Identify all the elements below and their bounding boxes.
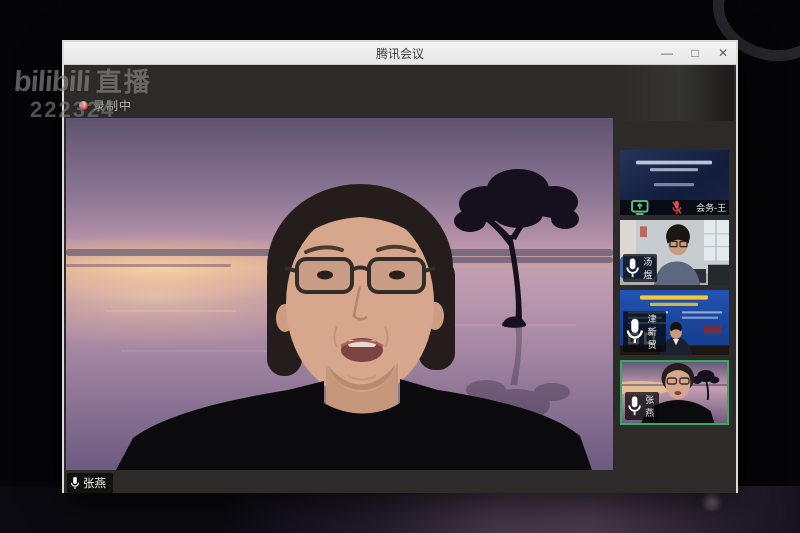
- window-controls: — □ ✕: [660, 42, 730, 64]
- main-speaker-name-chip: 张燕: [67, 473, 113, 493]
- close-button[interactable]: ✕: [716, 42, 730, 64]
- participant-2-name-chip: 汤煜: [623, 254, 657, 282]
- mic-icon: [625, 257, 640, 279]
- screen-share-label-bar: 会务-王小祯的屏幕共...: [620, 200, 729, 215]
- recording-label: 录制中: [93, 97, 132, 114]
- recording-dot-icon: [79, 101, 88, 110]
- desktop-bokeh-light: [701, 491, 723, 513]
- screen-share-icon: [623, 200, 657, 215]
- mic-icon: [627, 395, 642, 417]
- recording-indicator: 录制中: [79, 97, 132, 114]
- meeting-window: 腾讯会议 — □ ✕ 录制中: [62, 40, 738, 493]
- mic-icon: [625, 317, 645, 345]
- participant-tile-2[interactable]: 汤煜: [620, 220, 729, 285]
- participant-tile-3[interactable]: 津新贸: [620, 290, 729, 355]
- participant-4-name: 张燕: [645, 393, 655, 419]
- participant-4-name-chip: 张燕: [625, 392, 659, 420]
- mic-off-icon: [660, 200, 694, 215]
- window-titlebar[interactable]: 腾讯会议 — □ ✕: [64, 42, 736, 65]
- participant-2-name: 汤煜: [643, 255, 653, 281]
- screen-share-label: 会务-王小祯的屏幕共...: [696, 201, 726, 214]
- participant-3-name: 津新贸: [648, 312, 662, 351]
- meeting-content: 录制中: [64, 65, 736, 493]
- window-title: 腾讯会议: [376, 45, 424, 62]
- desktop: bilibili 直播 222324 腾讯会议 — □ ✕ 录制中: [0, 0, 800, 533]
- main-video-frame: [66, 118, 613, 470]
- main-speaker-name: 张燕: [83, 475, 106, 491]
- desktop-gradient: [0, 486, 800, 533]
- sidebar-top-fade: [613, 65, 734, 121]
- participant-tile-4-active-speaker[interactable]: 张燕: [620, 360, 729, 425]
- minimize-button[interactable]: —: [660, 42, 674, 64]
- maximize-button[interactable]: □: [688, 42, 702, 64]
- main-video[interactable]: 张燕: [66, 118, 613, 470]
- participant-tile-screen-share[interactable]: 会务-王小祯的屏幕共...: [620, 150, 729, 215]
- participant-3-name-chip: 津新贸: [623, 311, 666, 352]
- mic-icon: [70, 476, 80, 490]
